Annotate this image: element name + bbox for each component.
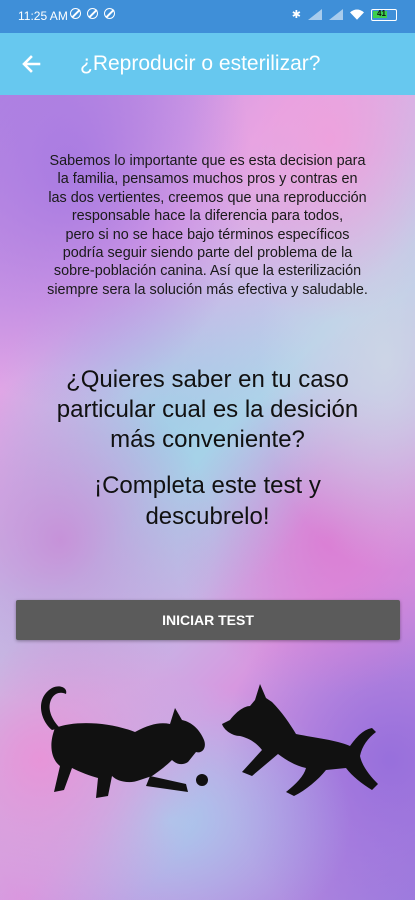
question-line: más conveniente?: [110, 426, 305, 453]
blocked-circle-icon: [104, 8, 115, 19]
intro-text: Sabemos lo importante que es esta decisi…: [12, 152, 403, 299]
intro-line: siempre sera la solución más efectiva y …: [47, 281, 368, 298]
start-test-button[interactable]: INICIAR TEST: [16, 600, 400, 640]
intro-line: podría seguir siendo parte del problema …: [62, 245, 353, 262]
app-bar: ¿Reproducir o esterilizar?: [0, 33, 415, 95]
blocked-circle-icon: [87, 8, 98, 19]
wifi-icon: [350, 9, 364, 20]
status-right-icons: ✱ 41: [292, 8, 397, 21]
cta-line: ¡Completa este test y: [94, 472, 321, 499]
signal-icon: [329, 9, 343, 20]
bluetooth-icon: ✱: [291, 9, 301, 21]
battery-icon: 41: [371, 8, 397, 21]
signal-icon: [308, 9, 322, 20]
status-left-icons: [70, 8, 115, 19]
question-line: particular cual es la desición: [56, 396, 359, 423]
question-line: ¿Quieres saber en tu caso: [66, 366, 349, 393]
status-time: 11:25 AM: [18, 9, 68, 23]
intro-line: Sabemos lo importante que es esta decisi…: [49, 153, 366, 169]
dog-left-silhouette: [41, 686, 208, 798]
intro-line: las dos vertientes, creemos que una repr…: [48, 189, 367, 206]
intro-line: sobre-población canina. Así que la ester…: [53, 263, 362, 280]
dogs-illustration: [41, 684, 378, 798]
battery-level: 41: [377, 8, 386, 18]
cta-heading: ¡Completa este test y descubrelo!: [20, 470, 395, 532]
blocked-circle-icon: [70, 8, 81, 19]
cta-line: descubrelo!: [145, 503, 270, 530]
arrow-left-icon[interactable]: [18, 50, 46, 78]
intro-line: pero si no se hace bajo términos específ…: [65, 226, 350, 243]
dog-right-silhouette: [222, 684, 378, 796]
status-bar: 11:25 AM ✱ 41: [0, 0, 415, 33]
intro-line: la familia, pensamos muchos pros y contr…: [57, 171, 358, 188]
intro-line: responsable hace la diferencia para todo…: [71, 208, 344, 225]
question-heading: ¿Quieres saber en tu caso particular cua…: [20, 365, 395, 455]
page-title: ¿Reproducir o esterilizar?: [80, 52, 321, 75]
